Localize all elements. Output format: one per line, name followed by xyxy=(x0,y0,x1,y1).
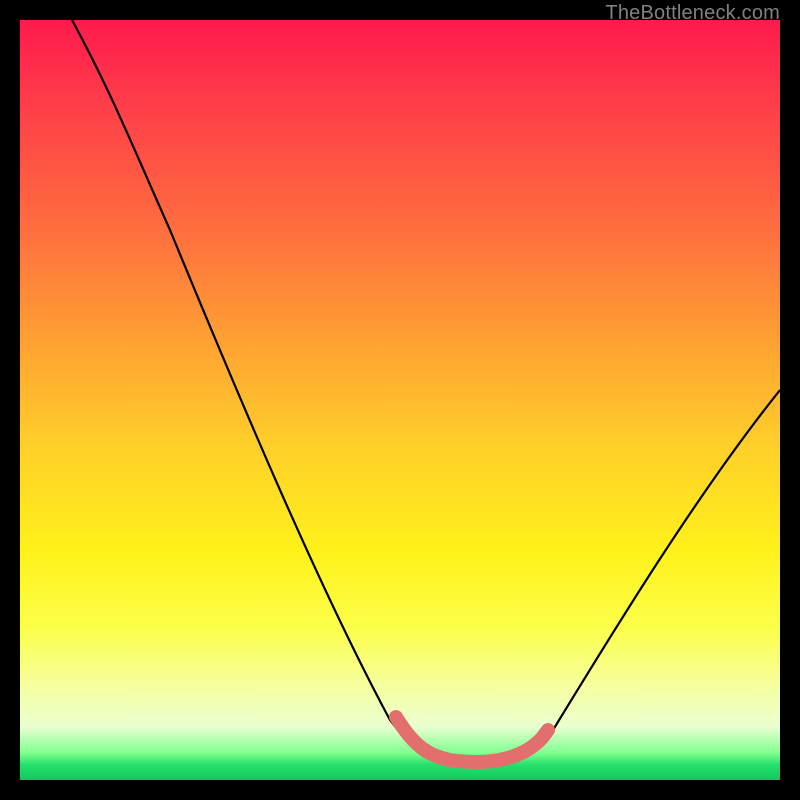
watermark: TheBottleneck.com xyxy=(605,2,780,25)
plot-area xyxy=(20,20,780,780)
curve-line xyxy=(72,20,780,763)
chart-frame: TheBottleneck.com xyxy=(0,0,800,800)
bottleneck-curve xyxy=(20,20,780,780)
optimal-zone-marker xyxy=(396,717,548,762)
